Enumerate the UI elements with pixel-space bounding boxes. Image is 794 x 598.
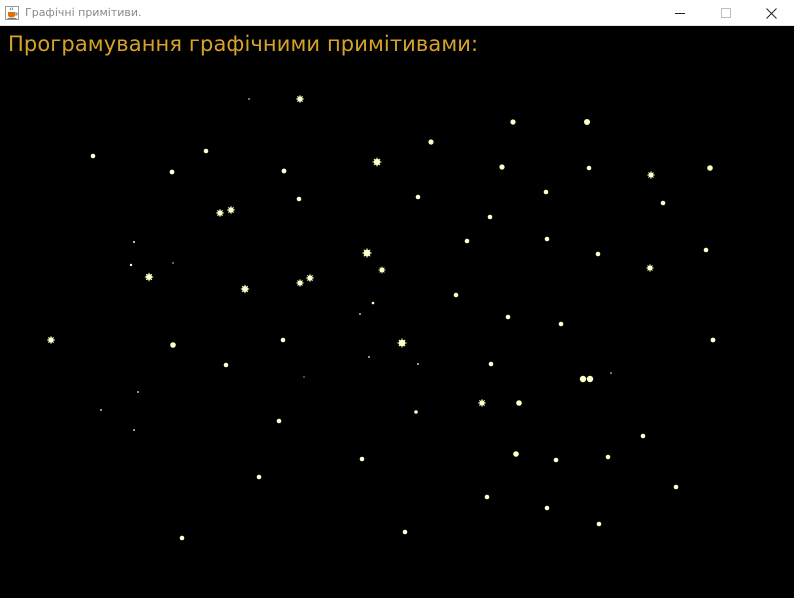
star bbox=[505, 314, 511, 320]
star bbox=[371, 301, 375, 305]
star bbox=[303, 376, 305, 378]
star bbox=[499, 164, 505, 170]
star bbox=[544, 505, 550, 511]
star bbox=[710, 337, 716, 343]
star bbox=[596, 521, 602, 527]
star bbox=[227, 206, 235, 214]
star bbox=[372, 157, 382, 167]
star bbox=[428, 139, 434, 145]
star bbox=[281, 168, 287, 174]
star bbox=[280, 337, 286, 343]
star bbox=[415, 194, 421, 200]
starfield bbox=[47, 95, 716, 541]
star bbox=[296, 95, 304, 103]
star bbox=[584, 119, 590, 125]
star bbox=[558, 321, 564, 327]
star bbox=[484, 494, 490, 500]
star bbox=[359, 456, 365, 462]
star bbox=[240, 284, 250, 294]
star bbox=[203, 148, 209, 154]
star bbox=[453, 292, 459, 298]
star bbox=[306, 274, 314, 282]
star bbox=[276, 418, 282, 424]
star bbox=[586, 375, 594, 383]
star bbox=[516, 400, 522, 406]
drawing-canvas[interactable]: Програмування графічними примітивами: bbox=[0, 26, 794, 598]
application-window: Графічні примітиви. Програмування графіч… bbox=[0, 0, 794, 598]
star bbox=[579, 375, 587, 383]
window-title: Графічні примітиви. bbox=[25, 6, 142, 19]
maximize-button[interactable] bbox=[703, 0, 749, 26]
close-icon bbox=[765, 7, 777, 19]
minimize-button[interactable] bbox=[657, 0, 703, 26]
star bbox=[256, 474, 262, 480]
star bbox=[223, 362, 229, 368]
star bbox=[359, 313, 361, 315]
star bbox=[510, 119, 516, 125]
star bbox=[513, 451, 519, 457]
star bbox=[402, 529, 408, 535]
star bbox=[544, 236, 550, 242]
star bbox=[707, 165, 713, 171]
java-cup-icon[interactable] bbox=[5, 5, 19, 20]
star bbox=[488, 361, 494, 367]
star bbox=[417, 363, 419, 365]
star bbox=[144, 272, 154, 282]
star bbox=[47, 336, 55, 344]
star bbox=[646, 264, 654, 272]
star bbox=[543, 189, 549, 195]
star bbox=[216, 209, 224, 217]
star bbox=[610, 372, 612, 374]
star bbox=[595, 251, 601, 257]
star bbox=[703, 247, 709, 253]
star bbox=[378, 266, 386, 274]
canvas-heading: Програмування графічними примітивами: bbox=[8, 32, 479, 56]
maximize-icon bbox=[721, 8, 731, 18]
star bbox=[647, 171, 655, 179]
star bbox=[296, 196, 302, 202]
star bbox=[170, 342, 176, 348]
star bbox=[179, 535, 185, 541]
star bbox=[478, 399, 486, 407]
star bbox=[169, 169, 175, 175]
star bbox=[397, 338, 407, 348]
star bbox=[586, 165, 592, 171]
star bbox=[90, 153, 96, 159]
star bbox=[640, 433, 646, 439]
star bbox=[133, 241, 135, 243]
star bbox=[133, 429, 135, 431]
star bbox=[137, 391, 139, 393]
star bbox=[414, 410, 418, 414]
star bbox=[368, 356, 370, 358]
star bbox=[129, 263, 133, 267]
star bbox=[100, 409, 102, 411]
star bbox=[248, 98, 250, 100]
star bbox=[605, 454, 611, 460]
star bbox=[673, 484, 679, 490]
star bbox=[487, 214, 493, 220]
star bbox=[553, 457, 559, 463]
minimize-icon bbox=[675, 13, 685, 14]
star bbox=[296, 279, 304, 287]
star bbox=[660, 200, 666, 206]
star bbox=[362, 248, 372, 258]
star bbox=[464, 238, 470, 244]
close-button[interactable] bbox=[748, 0, 794, 26]
star bbox=[172, 262, 174, 264]
title-bar[interactable]: Графічні примітиви. bbox=[0, 0, 794, 26]
